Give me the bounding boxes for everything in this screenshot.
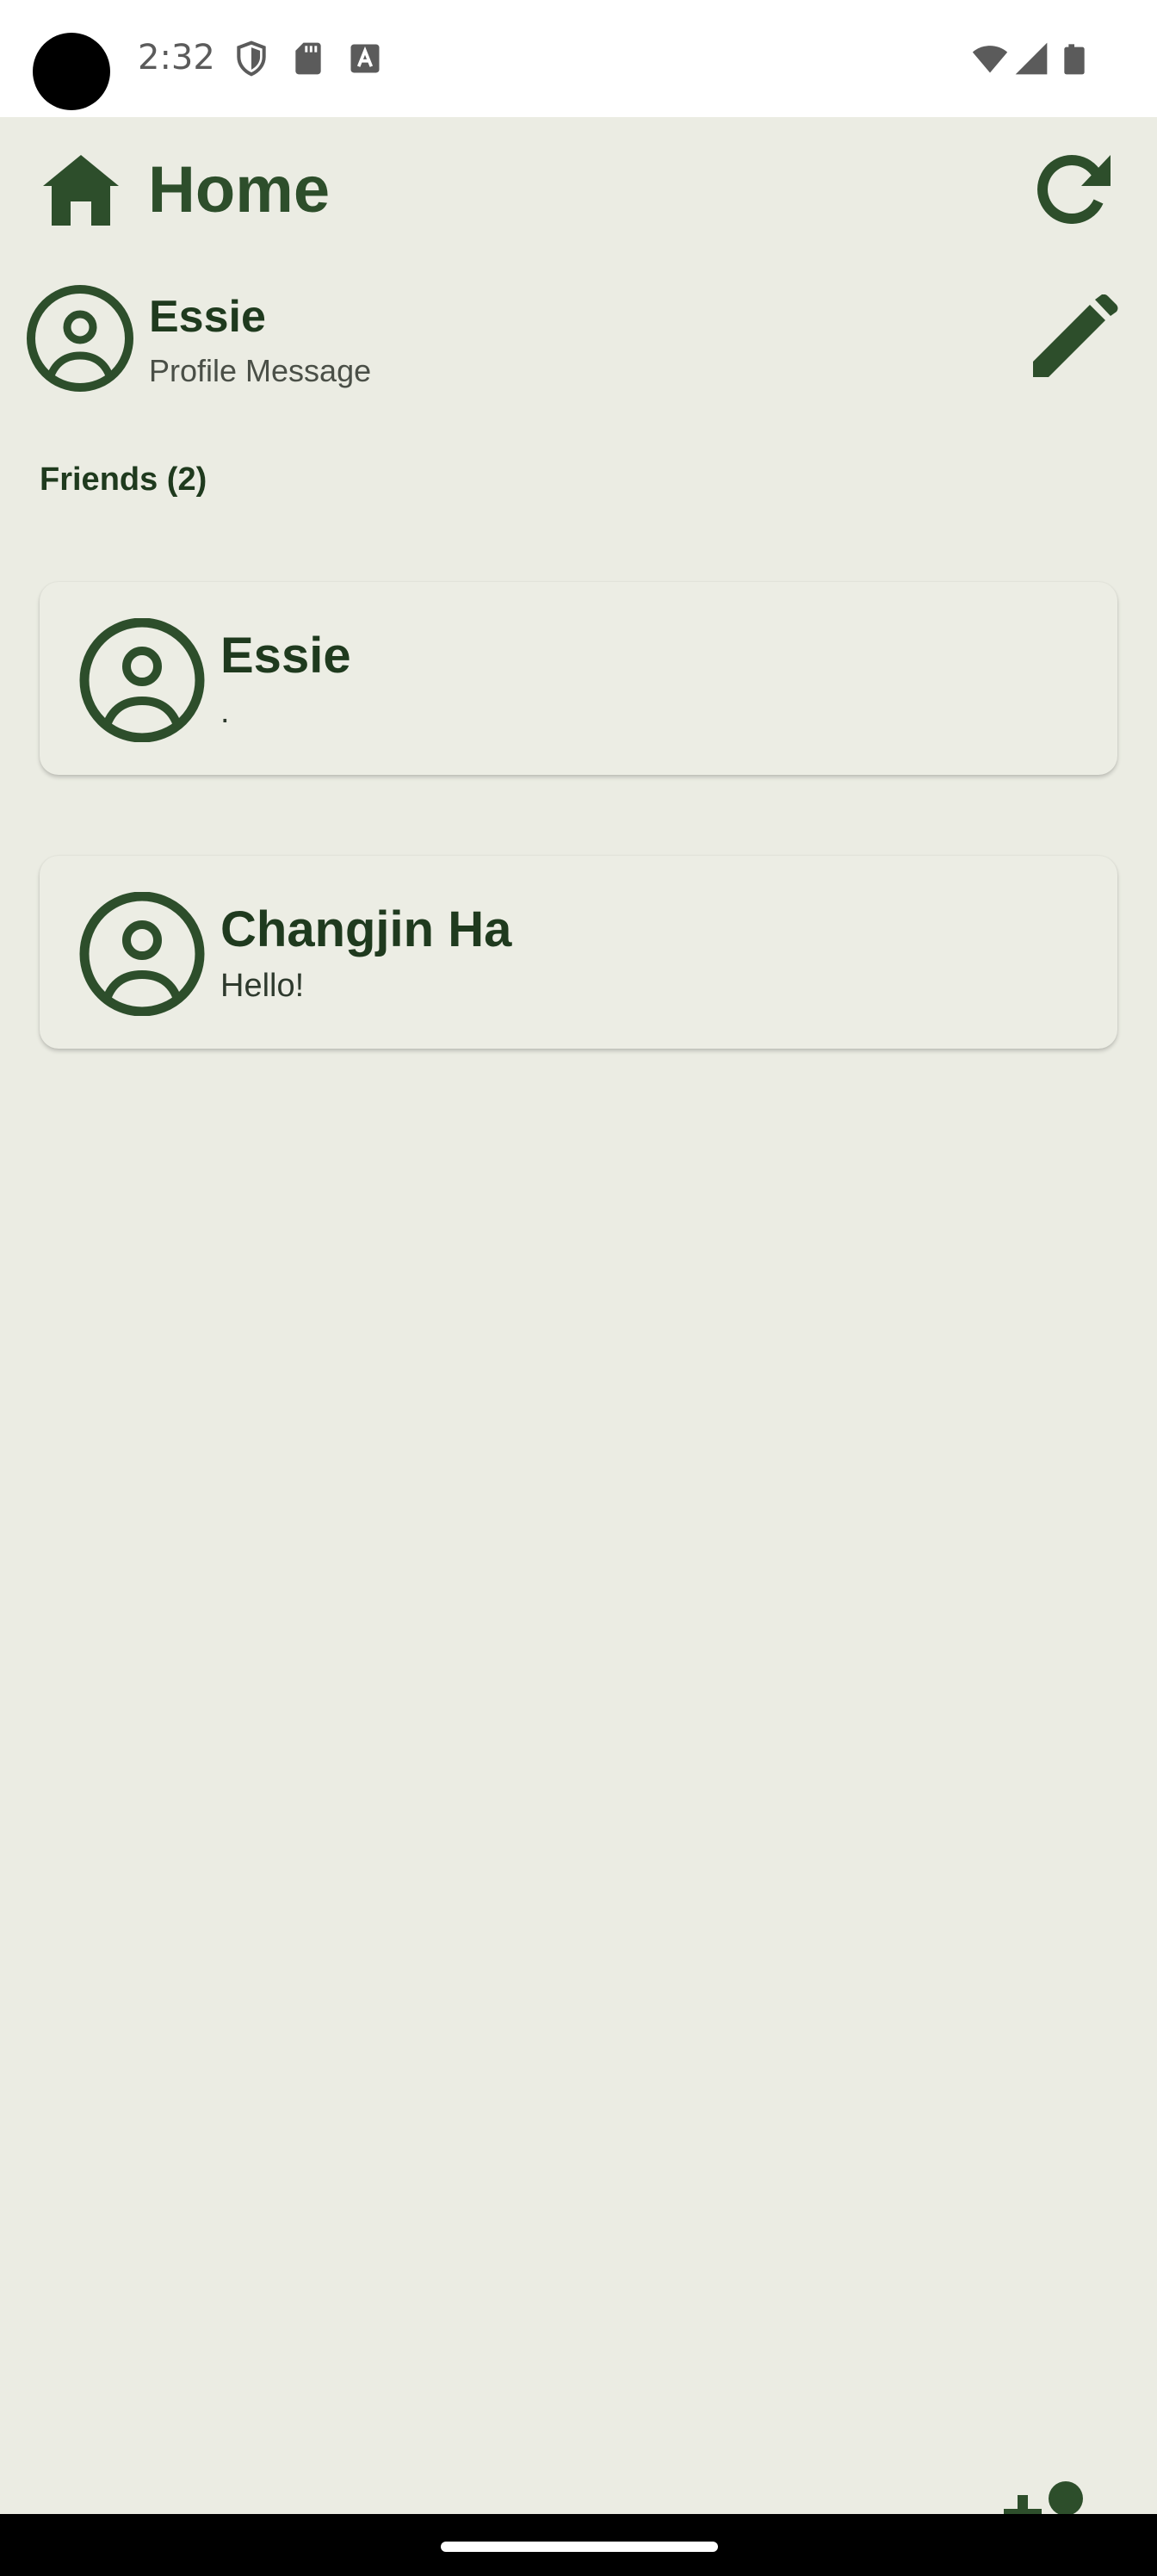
friend-name: Changjin Ha (220, 901, 512, 957)
refresh-icon (1037, 155, 1111, 224)
friend-card[interactable]: Changjin Ha Hello! (40, 856, 1117, 1049)
page-title: Home (148, 153, 331, 226)
refresh-button[interactable] (1031, 152, 1112, 224)
home-icon (40, 152, 122, 227)
status-bar: 2:32 (0, 0, 1157, 117)
shield-icon (232, 40, 270, 77)
account-circle-icon (79, 618, 205, 742)
account-circle-icon (79, 892, 205, 1016)
account-circle-icon (27, 285, 133, 392)
friends-section-header: Friends (2) (40, 461, 207, 498)
wifi-icon (968, 40, 1012, 77)
friend-avatar (76, 892, 208, 1016)
font-a-icon (346, 40, 384, 77)
app-screen: 2:32 Home Essie Profile Message Friends … (0, 0, 1157, 2576)
status-time: 2:32 (138, 38, 215, 77)
battery-icon (1057, 40, 1092, 77)
sd-card-icon (289, 40, 327, 77)
profile-message: Profile Message (149, 353, 372, 388)
pencil-icon (1033, 294, 1118, 377)
friend-card[interactable]: Essie . (40, 582, 1117, 775)
cell-signal-icon (1012, 40, 1050, 77)
profile-name: Essie (149, 292, 266, 342)
friend-message: Hello! (220, 968, 305, 1004)
friend-avatar (76, 618, 208, 742)
friend-message: . (220, 694, 230, 730)
camera-cutout (33, 33, 110, 110)
profile-avatar[interactable] (24, 284, 136, 393)
friend-name: Essie (220, 628, 351, 684)
home-indicator[interactable] (441, 2542, 718, 2552)
edit-profile-button[interactable] (1030, 294, 1119, 381)
